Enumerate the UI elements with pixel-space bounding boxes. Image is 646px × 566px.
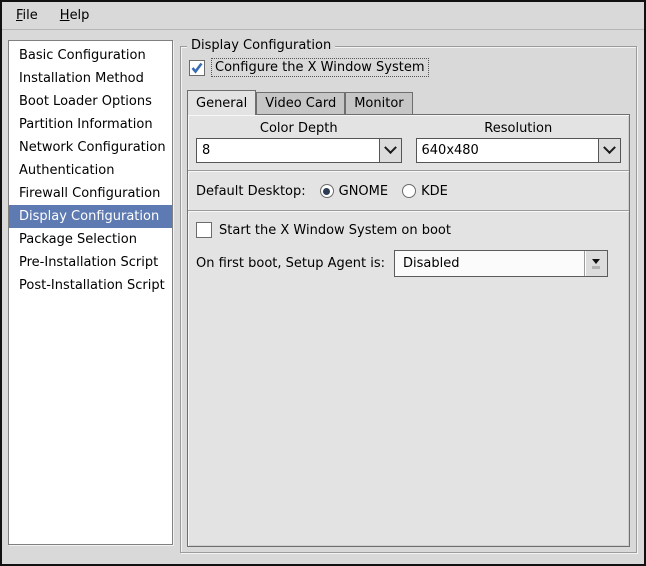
default-desktop-label: Default Desktop:: [196, 183, 306, 199]
tab-general[interactable]: General: [187, 90, 257, 115]
gnome-label: GNOME: [338, 183, 389, 199]
menubar: File Help: [2, 2, 644, 30]
tab-video-card[interactable]: Video Card: [256, 92, 346, 114]
configure-x-checkbox[interactable]: [189, 59, 205, 76]
resolution-label: Resolution: [484, 121, 553, 136]
menu-help-rest: elp: [69, 8, 90, 23]
configure-x-row: Configure the X Window System: [189, 58, 429, 77]
resolution-value[interactable]: 640x480: [415, 138, 598, 163]
menu-help-accel: H: [59, 8, 70, 23]
dropdown-bar-icon: [592, 265, 601, 269]
setup-agent-dropdown-button[interactable]: [584, 251, 608, 276]
start-x-checkbox[interactable]: [196, 222, 212, 238]
sidebar-item-partition-information[interactable]: Partition Information: [9, 113, 172, 136]
combo-row: 8 640x480: [196, 138, 621, 163]
desktop-option-gnome[interactable]: GNOME: [319, 183, 389, 199]
sidebar-item-basic-configuration[interactable]: Basic Configuration: [9, 44, 172, 67]
checkmark-icon: [191, 62, 203, 74]
setup-agent-value: Disabled: [403, 256, 460, 271]
sidebar-item-pre-installation-script[interactable]: Pre-Installation Script: [9, 251, 172, 274]
color-depth-combo[interactable]: 8: [196, 138, 402, 163]
sidebar-item-authentication[interactable]: Authentication: [9, 159, 172, 182]
color-depth-label: Color Depth: [259, 121, 338, 136]
menu-help[interactable]: Help: [52, 5, 98, 26]
configure-x-label[interactable]: Configure the X Window System: [211, 58, 429, 77]
radio-selected-dot: [323, 187, 331, 195]
tab-monitor[interactable]: Monitor: [345, 92, 413, 114]
menu-file[interactable]: File: [8, 5, 46, 26]
default-desktop-row: Default Desktop: GNOME KDE: [196, 179, 621, 203]
kickstart-configurator-window: File Help Basic Configuration Installati…: [0, 0, 646, 566]
start-x-label[interactable]: Start the X Window System on boot: [219, 223, 451, 238]
color-depth-value[interactable]: 8: [196, 138, 379, 163]
chevron-down-icon: [603, 141, 616, 155]
chevron-down-icon: [383, 141, 397, 155]
radio-gnome[interactable]: [319, 184, 334, 198]
tab-bar: General Video Card Monitor: [187, 89, 630, 115]
color-depth-dropdown-button[interactable]: [378, 138, 402, 163]
separator: [188, 210, 629, 212]
combo-labels-row: Color Depth Resolution: [196, 121, 621, 136]
start-x-row: Start the X Window System on boot: [196, 219, 621, 241]
sidebar-item-network-configuration[interactable]: Network Configuration: [9, 136, 172, 159]
sidebar-item-display-configuration[interactable]: Display Configuration: [9, 205, 172, 228]
kde-label: KDE: [421, 183, 448, 199]
display-configuration-group: Display Configuration Configure the X Wi…: [180, 38, 637, 553]
category-list: Basic Configuration Installation Method …: [8, 40, 173, 545]
sidebar-item-package-selection[interactable]: Package Selection: [9, 228, 172, 251]
desktop-option-kde[interactable]: KDE: [402, 184, 448, 199]
tab-general-panel: Color Depth Resolution 8 640x480 Default…: [187, 114, 630, 547]
resolution-dropdown-button[interactable]: [598, 138, 621, 163]
setup-agent-dropdown[interactable]: Disabled: [394, 250, 609, 277]
sidebar-item-boot-loader-options[interactable]: Boot Loader Options: [9, 90, 172, 113]
sidebar-item-post-installation-script[interactable]: Post-Installation Script: [9, 274, 172, 297]
sidebar-item-firewall-configuration[interactable]: Firewall Configuration: [9, 182, 172, 205]
display-notebook: General Video Card Monitor Color Depth R…: [187, 89, 630, 547]
resolution-combo[interactable]: 640x480: [415, 138, 621, 163]
setup-agent-row: On first boot, Setup Agent is: Disabled: [196, 250, 621, 277]
sidebar-item-installation-method[interactable]: Installation Method: [9, 67, 172, 90]
dropdown-arrow-icon: [592, 258, 601, 264]
setup-agent-label: On first boot, Setup Agent is:: [196, 256, 386, 271]
menu-file-rest: ile: [22, 8, 38, 23]
separator: [188, 170, 629, 172]
radio-kde[interactable]: [402, 184, 417, 198]
group-title: Display Configuration: [187, 38, 336, 53]
